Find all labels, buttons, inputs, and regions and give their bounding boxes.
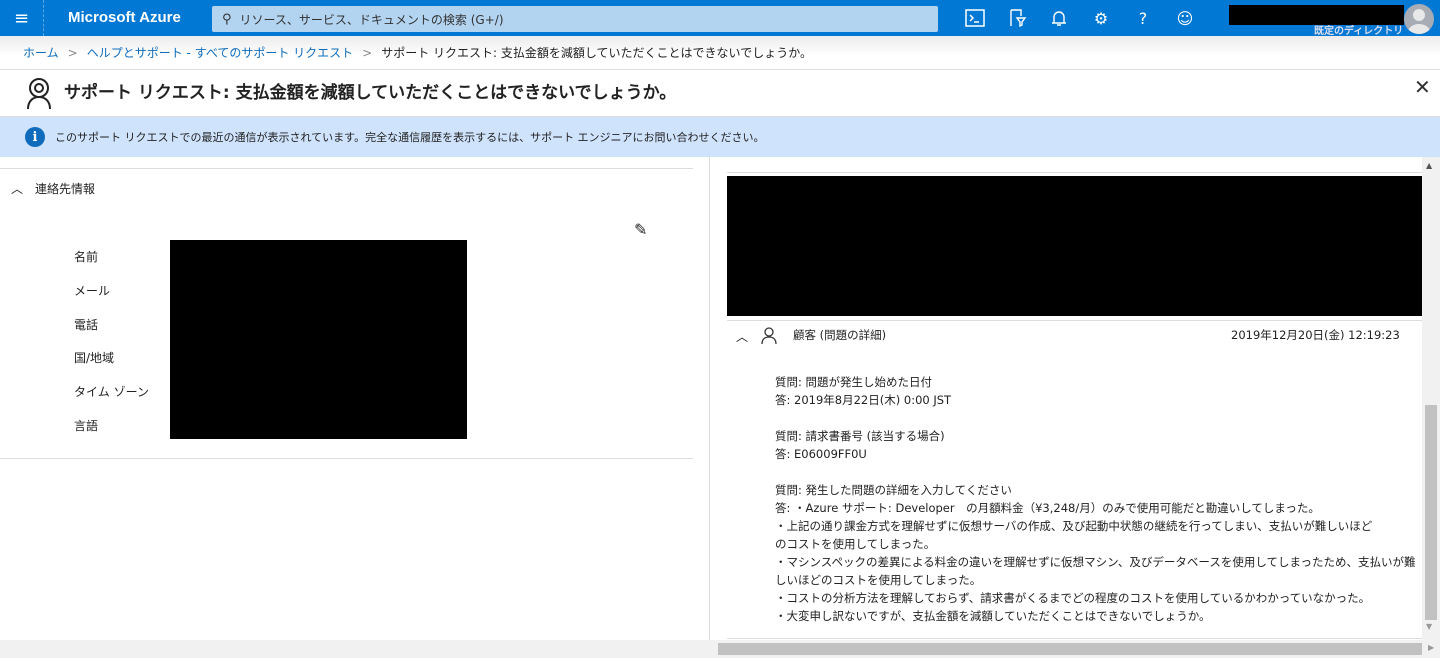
message-line: 質問: 発生した問題の詳細を入力してください [775, 483, 1012, 497]
horizontal-scrollbar[interactable]: ▶ [0, 640, 1440, 658]
search-placeholder: リソース、サービス、ドキュメントの検索 (G+/) [239, 12, 504, 27]
notifications-bell-icon[interactable] [1046, 6, 1072, 30]
info-icon: i [25, 127, 45, 147]
page-title: サポート リクエスト: 支払金額を減額していただくことはできないでしょうか。 [64, 83, 677, 103]
hamburger-menu-icon[interactable]: ≡ [0, 0, 44, 36]
message-line: のコストを使用してしまった。 [775, 537, 936, 551]
scroll-right-arrow-icon[interactable]: ▶ [1428, 643, 1434, 652]
breadcrumb: ホーム > ヘルプとサポート - すべてのサポート リクエスト > サポート リクエ… [0, 36, 1440, 70]
pane-divider [709, 157, 710, 640]
scroll-down-arrow-icon[interactable]: ▼ [1426, 622, 1432, 631]
directory-label[interactable]: 既定のディレクトリ [1314, 22, 1403, 37]
directory-filter-icon[interactable] [1004, 6, 1030, 30]
edit-pencil-icon[interactable]: ✎ [634, 220, 647, 239]
message-line: しいほどのコストを使用してしまった。 [775, 573, 982, 587]
message-line: 答: 2019年8月22日(木) 0:00 JST [775, 393, 952, 407]
label-name: 名前 [74, 250, 99, 264]
redacted-message [727, 176, 1440, 316]
help-icon[interactable]: ? [1130, 6, 1156, 30]
message-line: 質問: 問題が発生し始めた日付 [775, 375, 933, 389]
breadcrumb-help-support[interactable]: ヘルプとサポート - すべてのサポート リクエスト [87, 44, 353, 61]
message-line: ・大変申し訳ないですが、支払金額を減額していただくことはできないでしょうか。 [775, 609, 1211, 623]
message-author: 顧客 (問題の詳細) [793, 328, 887, 342]
label-country: 国/地域 [74, 351, 115, 365]
label-phone: 電話 [74, 318, 99, 332]
label-email: メール [74, 284, 111, 298]
brand-logo[interactable]: Microsoft Azure [68, 9, 181, 26]
vertical-scrollbar[interactable]: ▲ ▼ [1422, 157, 1440, 640]
contact-collapse-chevron-icon[interactable]: ︿ [11, 180, 23, 197]
scroll-up-arrow-icon[interactable]: ▲ [1426, 161, 1432, 170]
label-timezone: タイム ゾーン [74, 385, 149, 399]
cloud-shell-icon[interactable] [962, 6, 988, 30]
top-bar: ≡ Microsoft Azure ⚲ リソース、サービス、ドキュメントの検索 (… [0, 0, 1440, 37]
info-text: このサポート リクエストでの最近の通信が表示されています。完全な通信履歴を表示す… [55, 131, 765, 144]
scrollbar-thumb[interactable] [1425, 405, 1437, 620]
message-timestamp: 2019年12月20日(金) 12:19:23 [1231, 328, 1400, 342]
redacted-contact-values [170, 240, 467, 439]
close-icon[interactable]: ✕ [1414, 75, 1431, 99]
search-input[interactable]: ⚲ リソース、サービス、ドキュメントの検索 (G+/) [212, 6, 938, 32]
info-banner: i このサポート リクエストでの最近の通信が表示されています。完全な通信履歴を表… [0, 117, 1440, 157]
breadcrumb-current: サポート リクエスト: 支払金額を減額していただくことはできないでしょうか。 [381, 46, 812, 60]
message-line: ・コストの分析方法を理解しておらず、請求書がくるまでどの程度のコストを使用してい… [775, 591, 1371, 605]
settings-gear-icon[interactable]: ⚙ [1088, 6, 1114, 30]
support-person-icon [24, 76, 54, 113]
contact-section-header[interactable]: 連絡先情報 [35, 180, 95, 197]
message-line: 答: ・Azure サポート: Developer の月額料金（¥3,248/月… [775, 501, 1320, 515]
avatar[interactable] [1404, 4, 1434, 34]
message-line: 答: E06009FF0U [775, 447, 867, 461]
chevron-right-icon: > [67, 45, 78, 60]
message-line: ・上記の通り課金方式を理解せずに仮想サーバの作成、及び起動中状態の継続を行ってし… [775, 519, 1373, 533]
breadcrumb-home[interactable]: ホーム [23, 44, 59, 61]
horizontal-scrollbar-thumb[interactable] [718, 643, 1422, 655]
feedback-smiley-icon[interactable]: ☺ [1172, 6, 1198, 30]
label-language: 言語 [74, 419, 99, 433]
search-icon: ⚲ [222, 11, 232, 27]
message-line: ・マシンスペックの差異による料金の違いを理解せずに仮想マシン、及びデータベースを… [775, 555, 1416, 569]
title-row: サポート リクエスト: 支払金額を減額していただくことはできないでしょうか。 ✕ [0, 70, 1440, 117]
customer-person-icon [761, 326, 777, 347]
chevron-right-icon: > [362, 45, 373, 60]
message-collapse-chevron-icon[interactable]: ︿ [736, 328, 748, 345]
message-line: 質問: 請求書番号 (該当する場合) [775, 429, 945, 443]
